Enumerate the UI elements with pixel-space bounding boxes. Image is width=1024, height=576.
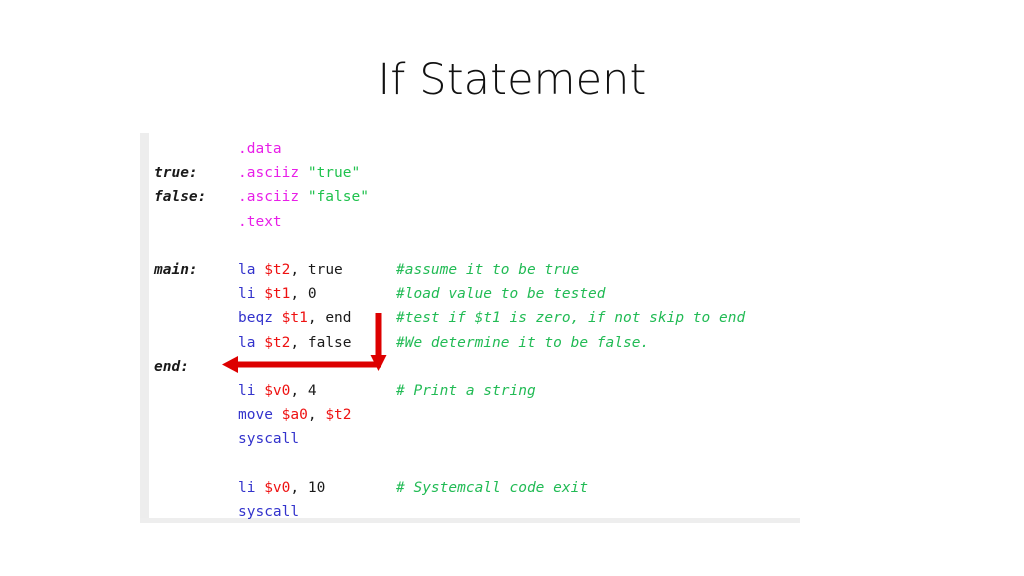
code-instruction: li $t1, 0 [238,282,317,306]
code-token-mnemonic: la [238,261,265,278]
code-token-mnemonic: move [238,407,282,424]
code-token-register: $t1 [264,286,291,303]
code-token-register: $t2 [325,407,352,424]
code-screenshot: .data true: .asciiz "true" false: .asciiz "f… [140,133,800,525]
code-listing: .data true: .asciiz "true" false: .asciiz "f… [149,137,800,524]
code-token-register: $a0 [281,407,308,424]
code-token-plain: , [307,407,326,424]
code-token-register: $t2 [264,261,291,278]
code-instruction: beqz $t1, end [238,306,352,330]
code-instruction: .text [238,210,282,234]
code-token-mnemonic: li [238,286,265,303]
code-token-plain: , 0 [290,286,317,303]
code-token-plain: , 4 [290,382,317,399]
code-instruction: la $t2, true [238,258,343,282]
code-gutter-strip [140,133,149,521]
code-token-register: $t1 [281,310,308,327]
code-comment: #We determine it to be false. [396,334,650,351]
code-label: false: [154,189,207,206]
code-comment: #assume it to be true [396,261,580,278]
code-instruction: la $t2, false [238,331,352,355]
code-token-register: $t2 [264,334,291,351]
code-token-plain: , end [307,310,352,327]
code-comment: # Systemcall code exit [396,479,589,496]
code-token-mnemonic: li [238,382,265,399]
code-line: end: [149,355,800,379]
code-comment: # Print a string [396,382,536,399]
code-instruction: .asciiz "true" [238,161,360,185]
code-instruction: li $v0, 10 [238,476,325,500]
code-token-plain: , false [290,334,352,351]
code-token-register: $v0 [264,479,291,496]
code-line: true: .asciiz "true" [149,161,800,185]
code-instruction: .asciiz "false" [238,185,369,209]
code-instruction: li $v0, 4 [238,379,317,403]
code-instruction: syscall [238,427,299,451]
code-token-string: "true" [307,165,361,182]
code-line: syscall [149,500,800,524]
code-token-mnemonic: syscall [238,503,300,520]
code-token-plain: , true [290,261,343,278]
code-instruction: move $a0, $t2 [238,403,352,427]
code-line: li $t1, 0 #load value to be tested [149,282,800,306]
code-line: .text [149,210,800,234]
code-line: syscall [149,427,800,451]
code-line: li $v0, 4 # Print a string [149,379,800,403]
code-token-directive: .asciiz [238,165,308,182]
code-line: .data [149,137,800,161]
code-comment: #load value to be tested [396,286,606,303]
page-title: If Statement [377,55,647,105]
code-token-directive: .asciiz [238,189,308,206]
code-token-plain: , 10 [290,479,326,496]
code-line: main: la $t2, true #assume it to be true [149,258,800,282]
code-instruction: .data [238,137,282,161]
code-token-string: "false" [307,189,369,206]
code-token-mnemonic: beqz [238,310,282,327]
code-token-mnemonic: syscall [238,431,300,448]
code-label: main: [154,261,198,278]
code-line: beqz $t1, end #test if $t1 is zero, if no… [149,306,800,330]
code-instruction: syscall [238,500,299,524]
code-line: move $a0, $t2 [149,403,800,427]
code-line: li $v0, 10 # Systemcall code exit [149,476,800,500]
code-line: la $t2, false #We determine it to be fals… [149,331,800,355]
code-token-directive: .data [238,141,282,157]
code-comment: #test if $t1 is zero, if not skip to end [396,310,746,327]
code-label: end: [154,358,189,375]
code-token-mnemonic: la [238,334,265,351]
code-label: true: [154,165,198,182]
code-token-directive: .text [238,213,282,230]
code-token-register: $v0 [264,382,291,399]
code-line: false: .asciiz "false" [149,185,800,209]
code-token-mnemonic: li [238,479,265,496]
